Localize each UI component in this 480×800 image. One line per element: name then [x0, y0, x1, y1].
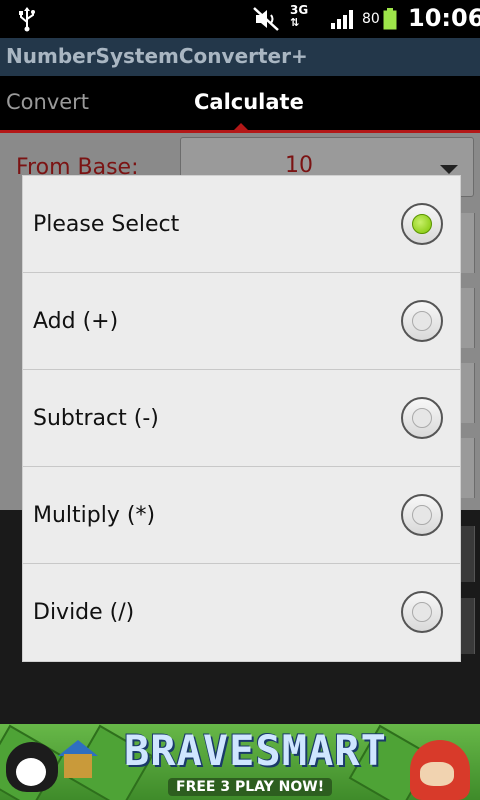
- ad-subtitle: FREE 3 PLAY NOW!: [168, 778, 333, 796]
- radio-button[interactable]: [401, 397, 443, 439]
- tab-bar: Convert Calculate: [0, 76, 480, 133]
- network-type: 3G: [290, 3, 309, 17]
- option-label: Multiply (*): [33, 503, 156, 528]
- option-label: Divide (/): [33, 600, 135, 625]
- option-divide[interactable]: Divide (/): [23, 564, 460, 661]
- app-title-bar: NumberSystemConverter+: [0, 38, 480, 76]
- option-label: Subtract (-): [33, 406, 159, 431]
- action-button-edge-2: [460, 598, 475, 654]
- option-add[interactable]: Add (+): [23, 273, 460, 370]
- usb-icon: [19, 7, 35, 32]
- battery-icon: [383, 8, 397, 30]
- option-label: Add (+): [33, 309, 119, 334]
- option-label: Please Select: [33, 212, 180, 237]
- tab-convert[interactable]: Convert: [6, 90, 89, 114]
- signal-icon: [331, 10, 353, 29]
- radio-dot-icon: [412, 214, 432, 234]
- to-base-spinner-edge: [460, 288, 475, 348]
- tab-calculate[interactable]: Calculate: [194, 90, 304, 114]
- radio-dot-icon: [412, 505, 432, 525]
- house-icon: [64, 754, 92, 778]
- option-please-select[interactable]: Please Select: [23, 176, 460, 273]
- mute-icon: [253, 7, 279, 31]
- option-subtract[interactable]: Subtract (-): [23, 370, 460, 467]
- radio-dot-icon: [412, 602, 432, 622]
- app-title: NumberSystemConverter+: [6, 44, 308, 68]
- status-bar: 3G ⇅ 80 10:06: [0, 0, 480, 38]
- radio-button-checked[interactable]: [401, 203, 443, 245]
- radio-dot-icon: [412, 408, 432, 428]
- ad-title: BRAVESMART: [124, 726, 387, 775]
- radio-button[interactable]: [401, 300, 443, 342]
- ad-banner[interactable]: BRAVESMART FREE 3 PLAY NOW!: [0, 724, 480, 800]
- radio-dot-icon: [412, 311, 432, 331]
- value-field-edge-2: [460, 363, 475, 423]
- option-multiply[interactable]: Multiply (*): [23, 467, 460, 564]
- tab-active-indicator: [234, 123, 248, 130]
- action-button-edge: [460, 526, 475, 582]
- chevron-down-icon: [440, 165, 458, 174]
- radio-button[interactable]: [401, 591, 443, 633]
- operation-select-dialog: Please Select Add (+) Subtract (-) Multi…: [22, 175, 461, 662]
- sheep-face-icon: [16, 758, 46, 786]
- radio-button[interactable]: [401, 494, 443, 536]
- result-field-edge: [460, 438, 475, 498]
- character-face-icon: [420, 762, 454, 786]
- network-3g-icon: 3G ⇅: [290, 3, 309, 29]
- clock: 10:06: [408, 4, 480, 32]
- battery-percent: 80: [362, 11, 380, 27]
- value-field-edge: [460, 213, 475, 273]
